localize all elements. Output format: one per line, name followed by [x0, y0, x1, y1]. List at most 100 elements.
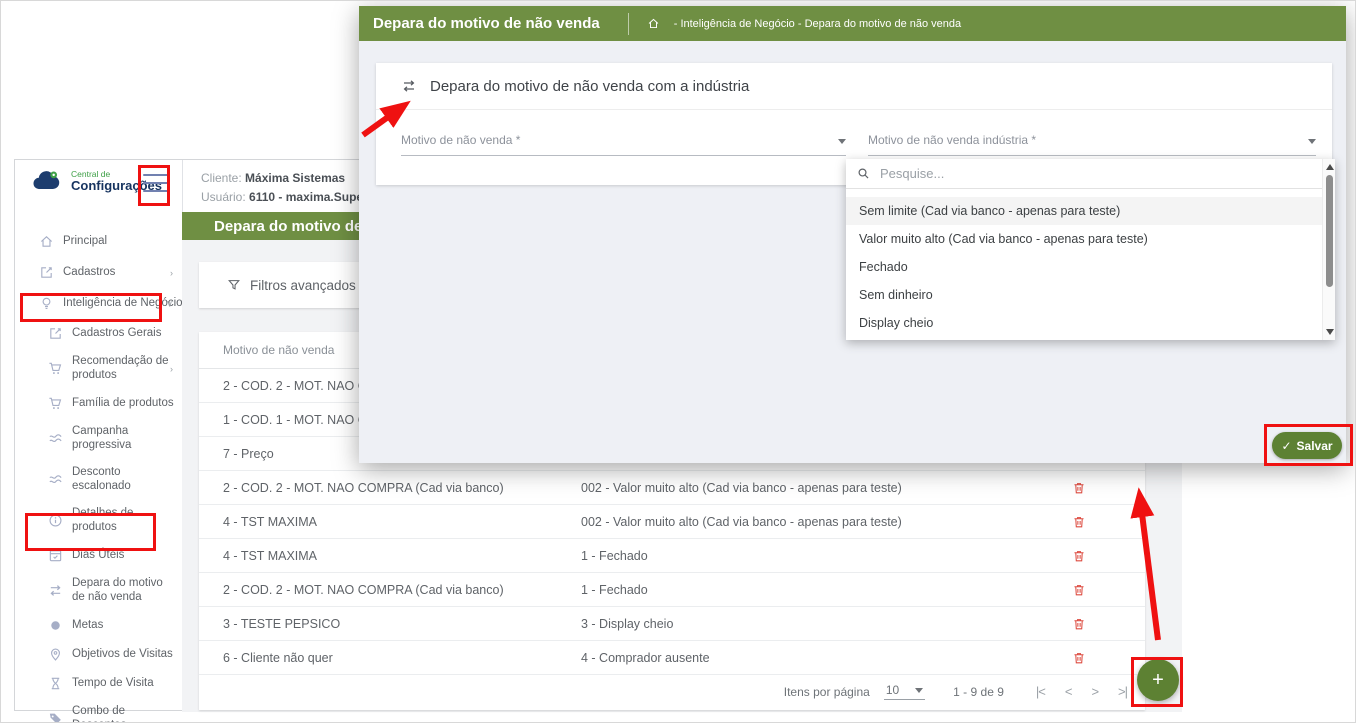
sidebar-item[interactable]: Combo de Descontos — [15, 698, 182, 723]
sidebar-item-label: Depara do motivo de não venda — [72, 577, 163, 603]
table-row[interactable]: 4 - TST MAXIMA 1 - Fechado — [199, 539, 1145, 573]
sidebar-item-label: Combo de Descontos — [72, 705, 126, 722]
sidebar-item-label: Cadastros Gerais — [72, 326, 162, 339]
dropdown-caret-icon — [838, 139, 846, 144]
dropdown-search-row — [846, 159, 1335, 189]
cell-industria: 3 - Display cheio — [581, 616, 674, 631]
save-button-label: Salvar — [1296, 438, 1333, 453]
pagination-nav-button[interactable]: >| — [1118, 684, 1128, 699]
cell-motivo: 3 - TESTE PEPSICO — [223, 616, 341, 631]
sidebar-item-icon — [48, 431, 63, 446]
table-row[interactable]: 6 - Cliente não quer 4 - Comprador ausen… — [199, 641, 1145, 675]
pagination-nav-button[interactable]: |< — [1036, 684, 1046, 699]
delete-trash-icon[interactable] — [1072, 617, 1086, 631]
sidebar-item[interactable]: Cadastros › — [15, 257, 182, 288]
sidebar-item[interactable]: Detalhes de produtos — [15, 500, 182, 541]
dropdown-scrollbar[interactable] — [1322, 159, 1335, 340]
sidebar-item-label: Campanha progressiva — [72, 425, 132, 451]
home-icon[interactable] — [647, 17, 660, 30]
sidebar-item-icon — [48, 548, 63, 563]
sidebar-item[interactable]: Família de produtos — [15, 389, 182, 418]
table-row[interactable]: 3 - TESTE PEPSICO 3 - Display cheio — [199, 607, 1145, 641]
sidebar-item-icon — [48, 618, 63, 633]
search-icon — [857, 167, 870, 180]
items-per-page-label: Itens por página — [783, 684, 870, 699]
scrollbar-thumb[interactable] — [1326, 175, 1333, 287]
breadcrumb: - Inteligência de Negócio - Depara do mo… — [673, 17, 962, 30]
sidebar-item-icon — [48, 513, 63, 528]
filter-icon — [227, 278, 241, 292]
sidebar-item-label: Detalhes de produtos — [72, 507, 134, 533]
user-label: Usuário: — [201, 190, 246, 204]
dropdown-option[interactable]: Fechado — [846, 253, 1322, 281]
filters-label: Filtros avançados — [250, 277, 356, 293]
sidebar-item-label: Inteligência de Negócio — [63, 296, 183, 309]
sidebar-item[interactable]: Recomendação de produtos › — [15, 348, 182, 389]
sidebar-item-label: Tempo de Visita — [72, 676, 154, 689]
pagination-range: 1 - 9 de 9 — [953, 684, 1004, 699]
cell-motivo: 4 - TST MAXIMA — [223, 514, 318, 529]
cell-motivo: 2 - COD. 2 - MOT. NAO COMPRA (Cad via ba… — [223, 582, 504, 597]
delete-trash-icon[interactable] — [1072, 651, 1086, 665]
dropdown-caret-icon — [1308, 139, 1316, 144]
client-label: Cliente: — [201, 171, 242, 185]
delete-trash-icon[interactable] — [1072, 583, 1086, 597]
sidebar-item-icon — [39, 265, 54, 280]
sidebar-item[interactable]: Depara do motivo de não venda — [15, 570, 182, 611]
sidebar-item-icon — [48, 361, 63, 376]
sidebar-item[interactable]: Metas — [15, 611, 182, 640]
cell-industria: 002 - Valor muito alto (Cad via banco - … — [581, 514, 902, 529]
table-row[interactable]: 2 - COD. 2 - MOT. NAO COMPRA (Cad via ba… — [199, 573, 1145, 607]
sidebar-item-label: Metas — [72, 618, 104, 631]
client-value: Máxima Sistemas — [245, 171, 346, 185]
sidebar-item-label: Dias Úteis — [72, 548, 125, 561]
add-button-fab[interactable]: + — [1137, 659, 1179, 701]
cloud-logo-icon — [31, 169, 65, 194]
delete-trash-icon[interactable] — [1072, 515, 1086, 529]
modal-title-bar: Depara do motivo de não venda - Inteligê… — [359, 6, 1346, 41]
sidebar: Principal Cadastros › Inteligência de Ne… — [15, 226, 183, 723]
sidebar-item[interactable]: Principal — [15, 226, 182, 257]
field1-label: Motivo de não venda * — [401, 133, 521, 147]
dropdown-option[interactable]: Sem dinheiro — [846, 281, 1322, 309]
save-button[interactable]: ✓ Salvar — [1272, 432, 1342, 459]
sidebar-item[interactable]: Campanha progressiva — [15, 418, 182, 459]
scroll-up-icon[interactable] — [1325, 164, 1334, 170]
table-row[interactable]: 4 - TST MAXIMA 002 - Valor muito alto (C… — [199, 505, 1145, 539]
sidebar-item[interactable]: Tempo de Visita — [15, 669, 182, 698]
sidebar-item-label: Objetivos de Visitas — [72, 647, 173, 660]
scroll-down-icon[interactable] — [1325, 329, 1334, 335]
cell-industria: 1 - Fechado — [581, 582, 648, 597]
sidebar-item-label: Principal — [63, 234, 108, 247]
table-row[interactable]: 2 - COD. 2 - MOT. NAO COMPRA (Cad via ba… — [199, 471, 1145, 505]
sidebar-item[interactable]: Desconto escalonado — [15, 459, 182, 500]
sidebar-item[interactable]: Inteligência de Negócio ∨ — [15, 288, 183, 319]
search-input[interactable] — [878, 165, 1258, 182]
pagination-nav: |< < > >| — [1036, 684, 1128, 699]
cell-industria: 002 - Valor muito alto (Cad via banco - … — [581, 480, 902, 495]
dropdown-option[interactable]: Sem limite (Cad via banco - apenas para … — [846, 197, 1322, 225]
delete-trash-icon[interactable] — [1072, 549, 1086, 563]
pagination-bar: Itens por página 10 1 - 9 de 9 |< < > >| — [783, 683, 1128, 700]
sidebar-item-icon — [48, 326, 63, 341]
dropdown-option[interactable]: Valor muito alto (Cad via banco - apenas… — [846, 225, 1322, 253]
pagination-nav-button[interactable]: < — [1065, 684, 1073, 699]
delete-trash-icon[interactable] — [1072, 481, 1086, 495]
chevron-icon: › — [170, 363, 173, 374]
sidebar-item[interactable]: Dias Úteis — [15, 541, 182, 570]
pagination-nav-button[interactable]: > — [1091, 684, 1099, 699]
items-per-page-select[interactable]: 10 — [883, 683, 926, 700]
sidebar-item-icon — [48, 583, 63, 598]
dropdown-option[interactable]: Display cheio — [846, 309, 1322, 337]
hamburger-menu-icon[interactable] — [143, 172, 169, 194]
cell-motivo: 6 - Cliente não quer — [223, 650, 333, 665]
sidebar-item-icon — [48, 472, 63, 487]
sidebar-item[interactable]: Objetivos de Visitas — [15, 640, 182, 669]
sidebar-item-label: Família de produtos — [72, 396, 174, 409]
sidebar-item[interactable]: Cadastros Gerais — [15, 319, 182, 348]
sidebar-item-icon — [48, 396, 63, 411]
motivo-nao-venda-select[interactable]: Motivo de não venda * — [401, 131, 846, 171]
cell-motivo: 2 - COD. 2 - MOT. NAO COMPRA (Cad via ba… — [223, 480, 504, 495]
sidebar-item-icon — [48, 711, 63, 723]
swap-arrows-icon — [401, 78, 417, 94]
